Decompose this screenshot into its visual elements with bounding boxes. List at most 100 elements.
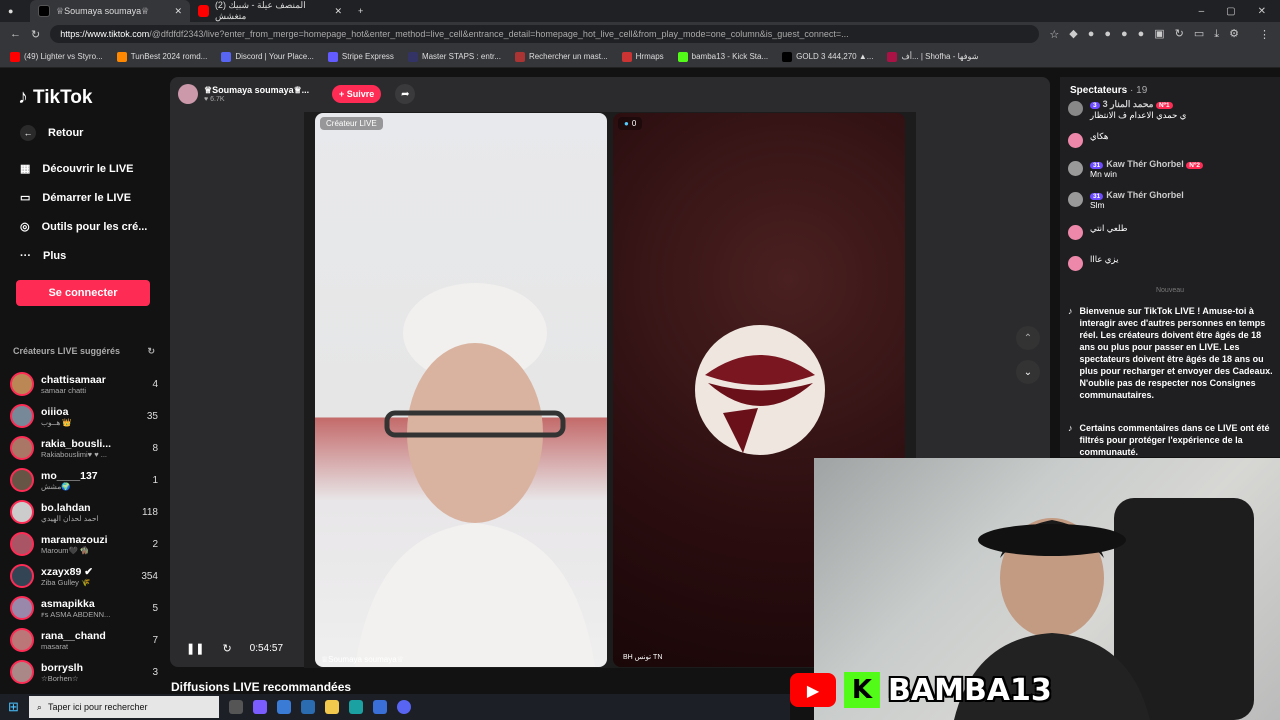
host-name[interactable]: ♕Soumaya soumaya♕...	[204, 85, 326, 96]
chevron-up-icon: ⌃	[1023, 332, 1033, 344]
extensions-icon[interactable]: ◆●●●●▣↻▭⤓⚙	[1069, 27, 1249, 41]
close-tab-icon[interactable]: ✕	[174, 6, 182, 17]
refresh-icon[interactable]: ↻	[147, 346, 155, 357]
store-icon[interactable]	[276, 700, 291, 714]
host-avatar[interactable]	[178, 84, 198, 104]
chat-username[interactable]: محمد المنار 3	[1103, 99, 1154, 109]
kick-logo-icon: K	[844, 672, 880, 708]
viewer-count: 3	[152, 666, 158, 678]
taskbar-search[interactable]: ⌕ Taper ici pour rechercher	[28, 696, 219, 718]
creator-item[interactable]: asmapikka ꜰꜱ ASMA ABDENN... 5	[10, 592, 158, 624]
back-link[interactable]: ← Retour	[0, 118, 170, 147]
bookmark-item[interactable]: Rechercher un mast...	[514, 51, 608, 62]
viewer-count: 354	[141, 570, 158, 582]
tab-tiktok-live[interactable]: ♕Soumaya soumaya♕ ✕	[30, 0, 190, 22]
edge-icon[interactable]	[348, 700, 363, 714]
creator-item[interactable]: rakia_bousli... Rakiabouslimi♥ ♥ ... 8	[10, 432, 158, 464]
minimize-icon[interactable]: –	[1199, 6, 1205, 17]
creator-item[interactable]: bo.lahdan احمد لحدان الهيدي 118	[10, 496, 158, 528]
creator-item[interactable]: maramazouzi Maroum🖤 🧌 2	[10, 528, 158, 560]
chat-username[interactable]: Kaw Thér Ghorbel	[1106, 190, 1184, 200]
rank-badge: Nº2	[1186, 162, 1203, 169]
host-video[interactable]: Créateur LIVE ♕Soumaya soumaya♕	[315, 113, 607, 667]
bookmark-label: Rechercher un mast...	[528, 52, 608, 61]
close-window-icon[interactable]: ✕	[1258, 6, 1266, 17]
maximize-icon[interactable]: ▢	[1226, 6, 1235, 17]
app-icon[interactable]	[372, 700, 387, 714]
file-explorer-icon[interactable]	[324, 700, 339, 714]
creator-item[interactable]: borryslh ☆Borhen☆ 3	[10, 656, 158, 688]
bookmark-item[interactable]: bamba13 - Kick Sta...	[677, 51, 768, 62]
reload-icon[interactable]: ↻	[31, 28, 40, 41]
nav-more[interactable]: ··· Plus	[0, 241, 170, 270]
rank-badge: Nº1	[1155, 102, 1173, 109]
chat-username[interactable]: Kaw Thér Ghorbel	[1106, 159, 1184, 169]
creator-name: borryslh	[41, 661, 84, 674]
creator-subtitle: Rakiabouslimi♥ ♥ ...	[41, 449, 108, 459]
discord-icon[interactable]	[396, 700, 411, 714]
bookmark-item[interactable]: TunBest 2024 romd...	[116, 51, 207, 62]
bookmark-item[interactable]: (49) Lighter vs Styro...	[10, 51, 103, 62]
nav-creator-tools[interactable]: ◎ Outils pour les cré...	[0, 212, 170, 241]
bookmark-label: أف... | Shofha - شوفها	[901, 52, 979, 61]
refresh-icon[interactable]: ↻	[222, 642, 231, 655]
viewer-count: 35	[146, 410, 158, 422]
host-likes: ♥ 6.7K	[204, 96, 225, 103]
bookmark-favicon-icon	[221, 51, 232, 62]
browser-menu-icon[interactable]: ⋮	[1259, 28, 1270, 41]
profile-icon[interactable]: ●	[0, 0, 30, 22]
windows-taskbar: ⊞ ⌕ Taper ici pour rechercher	[0, 694, 790, 720]
creator-subtitle: samaar chatti	[41, 385, 87, 395]
mail-icon[interactable]	[300, 700, 315, 714]
logo-text: TikTok	[33, 86, 93, 108]
windows-start-icon[interactable]: ⊞	[8, 699, 19, 715]
tab-youtube[interactable]: (2) المنصف عيلة - شبيك متغشش ✕	[190, 0, 350, 22]
creator-item[interactable]: oiiioa هــوب 👑 35	[10, 400, 158, 432]
pause-icon[interactable]: ❚❚	[186, 642, 204, 655]
close-tab-icon[interactable]: ✕	[334, 6, 342, 17]
bookmark-star-icon[interactable]: ☆	[1049, 28, 1059, 41]
back-icon[interactable]: ←	[10, 28, 21, 40]
follow-button[interactable]: + Suivre	[332, 85, 382, 103]
bookmark-favicon-icon	[327, 51, 338, 62]
nav-start-live[interactable]: ▭ Démarrer le LIVE	[0, 183, 170, 212]
bookmark-item[interactable]: Stripe Express	[327, 51, 394, 62]
viewers-header[interactable]: Spectateurs · 19	[1070, 85, 1147, 96]
avatar	[10, 532, 34, 556]
new-tab-icon[interactable]: +	[350, 0, 371, 22]
scroll-up-button[interactable]: ⌃	[1016, 326, 1040, 350]
level-badge: 3	[1090, 102, 1100, 109]
window-controls[interactable]: – ▢ ✕	[1199, 6, 1280, 17]
lightbulb-icon: ◎	[20, 221, 30, 233]
creator-subtitle: Maroum🖤 🧌	[41, 545, 90, 555]
creator-subtitle: ꜰꜱ ASMA ABDENN...	[41, 609, 111, 619]
creator-item[interactable]: xzayx89 ✔ Ziba Gulley 🌾 354	[10, 560, 158, 592]
chat-message: طلعي انتي	[1068, 223, 1273, 240]
scroll-down-button[interactable]: ⌄	[1016, 360, 1040, 384]
viewer-count: 5	[152, 602, 158, 614]
copilot-icon[interactable]	[252, 700, 267, 714]
host-header: ♕Soumaya soumaya♕... ♥ 6.7K + Suivre ➦	[178, 84, 416, 104]
creator-item[interactable]: chattisamaar samaar chatti 4	[10, 368, 158, 400]
creator-item[interactable]: mo____137 مشش🌍 1	[10, 464, 158, 496]
address-bar[interactable]: https://www.tiktok.com /@dfdfdf2343/live…	[50, 25, 1040, 43]
bookmark-item[interactable]: Hrmaps	[621, 51, 664, 62]
task-view-icon[interactable]	[228, 700, 243, 714]
bookmark-item[interactable]: Discord | Your Place...	[221, 51, 314, 62]
bookmark-favicon-icon	[782, 51, 793, 62]
bookmark-label: (49) Lighter vs Styro...	[24, 52, 103, 61]
creator-subtitle: Ziba Gulley 🌾	[41, 577, 91, 587]
login-button[interactable]: Se connecter	[16, 280, 150, 306]
url-path: /@dfdfdf2343/live?enter_from_merge=homep…	[149, 29, 849, 39]
bookmark-favicon-icon	[887, 51, 898, 62]
nav-discover-live[interactable]: ▦ Découvrir le LIVE	[0, 154, 170, 183]
creator-name: oiiioa	[41, 405, 69, 418]
more-dots-icon: ···	[20, 249, 31, 262]
bookmark-item[interactable]: GOLD 3 444,270 ▲...	[782, 51, 873, 62]
creator-item[interactable]: rana__chand masarat 7	[10, 624, 158, 656]
tiktok-logo[interactable]: ♪ TikTok	[18, 86, 92, 109]
share-icon[interactable]: ➦	[395, 84, 416, 104]
bookmark-item[interactable]: أف... | Shofha - شوفها	[887, 51, 979, 62]
level-badge: 31	[1090, 193, 1104, 200]
bookmark-item[interactable]: Master STAPS : entr...	[407, 51, 501, 62]
